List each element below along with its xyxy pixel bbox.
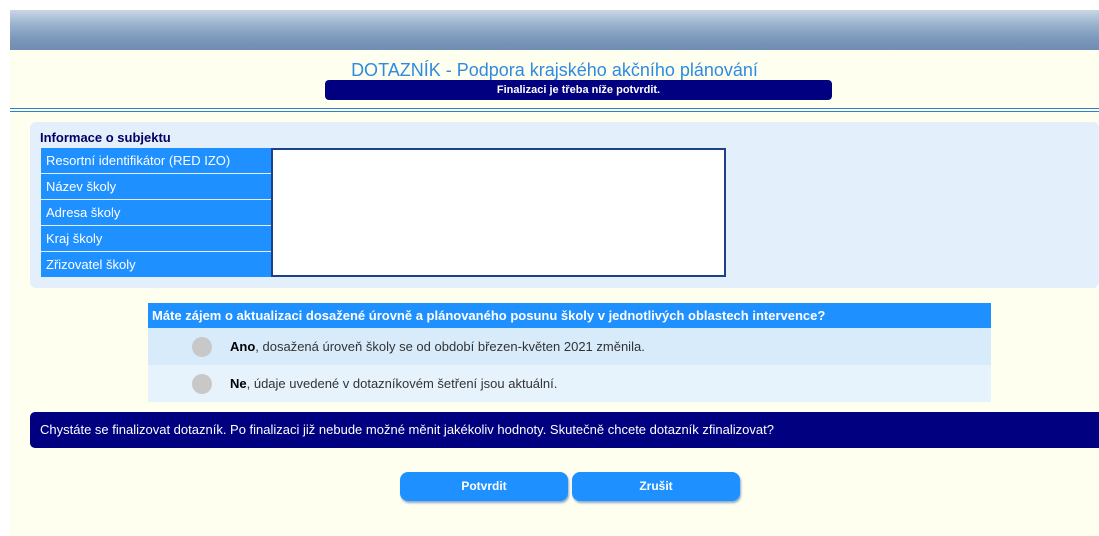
option-no-label: Ne, údaje uvedené v dotazníkovém šetření…	[230, 376, 557, 391]
option-no-text: , údaje uvedené v dotazníkovém šetření j…	[246, 376, 558, 391]
subject-values-box	[271, 148, 726, 277]
field-label-school-name: Název školy	[41, 174, 271, 199]
option-no[interactable]: Ne, údaje uvedené v dotazníkovém šetření…	[148, 365, 991, 402]
top-banner	[10, 10, 1099, 50]
cancel-button[interactable]: Zrušit	[572, 472, 740, 501]
divider-line	[10, 111, 1099, 112]
divider-line	[10, 108, 1099, 109]
option-yes[interactable]: Ano, dosažená úroveň školy se od období …	[148, 328, 991, 365]
option-yes-bold: Ano	[230, 339, 256, 354]
option-yes-label: Ano, dosažená úroveň školy se od období …	[230, 339, 645, 354]
question-heading: Máte zájem o aktualizaci dosažené úrovně…	[148, 303, 991, 328]
subject-info-heading: Informace o subjektu	[40, 130, 171, 145]
finalization-warning: Chystáte se finalizovat dotazník. Po fin…	[30, 412, 1099, 448]
finalization-notice: Finalizaci je třeba níže potvrdit.	[325, 80, 832, 100]
field-label-school-region: Kraj školy	[41, 226, 271, 251]
radio-no[interactable]	[192, 374, 212, 394]
confirm-button[interactable]: Potvrdit	[400, 472, 568, 501]
radio-yes[interactable]	[192, 337, 212, 357]
field-label-red-izo: Resortní identifikátor (RED IZO)	[41, 148, 271, 173]
option-yes-text: , dosažená úroveň školy se od období bře…	[255, 339, 645, 354]
update-question: Máte zájem o aktualizaci dosažené úrovně…	[148, 303, 991, 403]
field-label-school-founder: Zřizovatel školy	[41, 252, 271, 277]
option-no-bold: Ne	[230, 376, 247, 391]
page-title: DOTAZNÍK - Podpora krajského akčního plá…	[351, 60, 758, 80]
field-label-school-address: Adresa školy	[41, 200, 271, 225]
page-content: DOTAZNÍK - Podpora krajského akčního plá…	[10, 50, 1099, 536]
subject-info-panel: Informace o subjektu Resortní identifiká…	[30, 122, 1099, 288]
